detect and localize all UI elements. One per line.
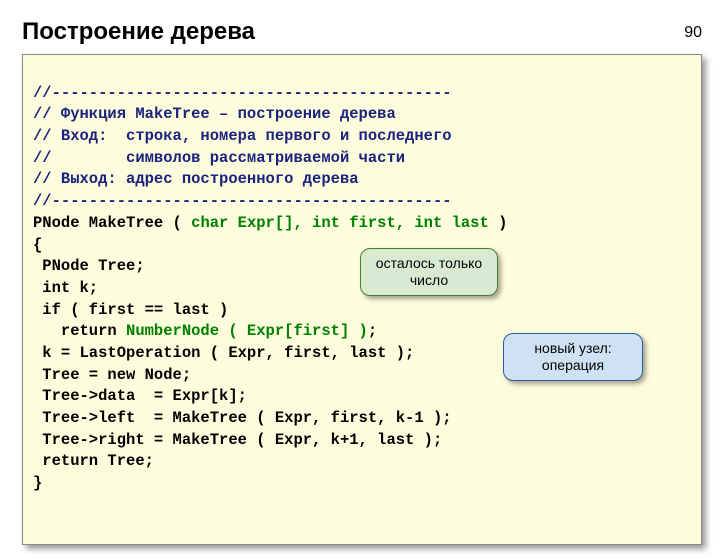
code-return-numbernode: NumberNode ( Expr[first] ): [126, 322, 368, 340]
code-open-brace: {: [33, 236, 42, 254]
code-comment-func: // Функция MakeTree – построение дерева: [33, 105, 396, 123]
code-lastop: k = LastOperation ( Expr, first, last );: [33, 344, 414, 362]
code-block: //--------------------------------------…: [22, 54, 702, 545]
code-assign-data: Tree->data = Expr[k];: [33, 387, 247, 405]
code-new-node: Tree = new Node;: [33, 366, 191, 384]
code-if: if ( first == last ): [33, 301, 228, 319]
code-close-brace: }: [33, 474, 42, 492]
code-sig-c: ): [489, 214, 508, 232]
code-assign-right: Tree->right = MakeTree ( Expr, k+1, last…: [33, 431, 442, 449]
code-return-c: ;: [368, 322, 377, 340]
page-number: 90: [684, 24, 702, 42]
code-sig-params: char Expr[], int first, int last: [191, 214, 489, 232]
code-decl-k: int k;: [33, 279, 98, 297]
code-decl-tree: PNode Tree;: [33, 257, 145, 275]
code-sig-a: PNode MakeTree (: [33, 214, 191, 232]
callout-only-number: осталось только число: [360, 248, 498, 296]
code-return-a: return: [33, 322, 126, 340]
code-assign-left: Tree->left = MakeTree ( Expr, first, k-1…: [33, 409, 452, 427]
code-comment-out: // Выход: адрес построенного дерева: [33, 170, 359, 188]
callout-new-node: новый узел: операция: [503, 333, 643, 381]
code-comment-sep-top: //--------------------------------------…: [33, 84, 452, 102]
slide-title: Построение дерева: [22, 18, 720, 46]
code-return-tree: return Tree;: [33, 452, 154, 470]
code-comment-in1: // Вход: строка, номера первого и послед…: [33, 127, 452, 145]
code-comment-in2: // символов рассматриваемой части: [33, 149, 405, 167]
code-comment-sep-bot: //--------------------------------------…: [33, 192, 452, 210]
